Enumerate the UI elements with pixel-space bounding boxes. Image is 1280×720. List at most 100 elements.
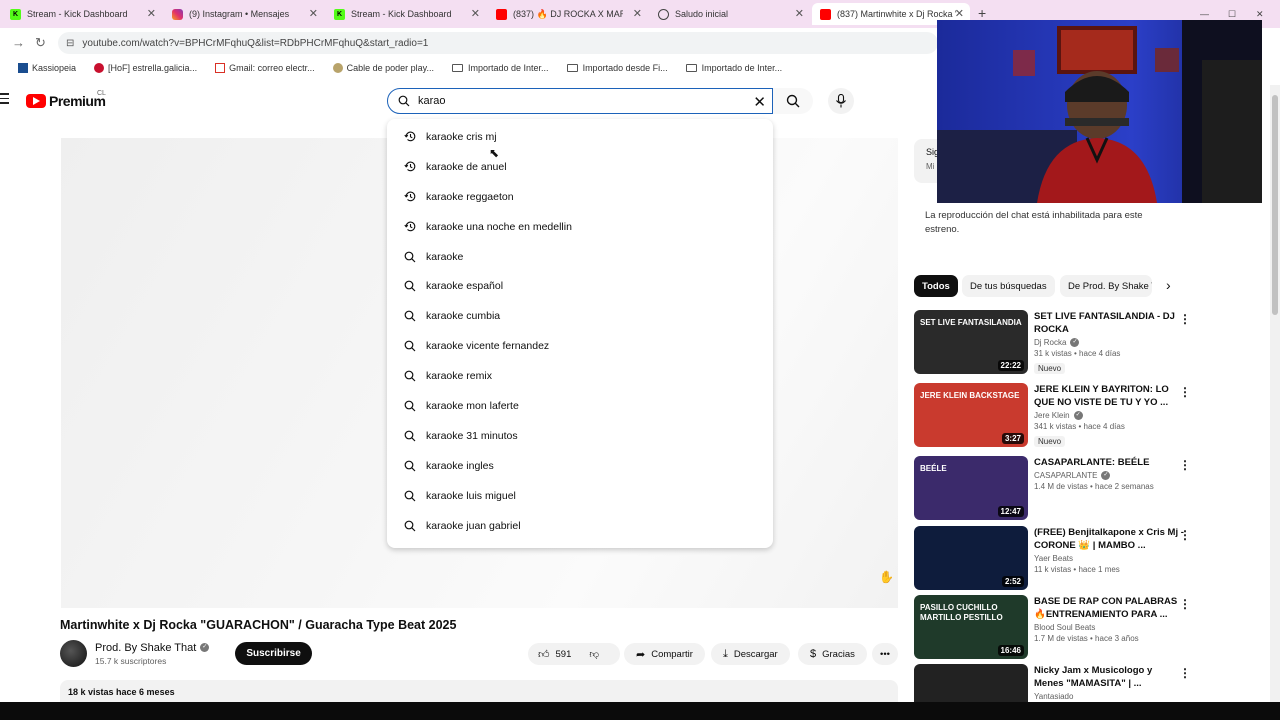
recommendation-channel[interactable]: Blood Soul Beats bbox=[1034, 623, 1095, 632]
recommendation-channel[interactable]: Yaer Beats bbox=[1034, 554, 1073, 563]
browser-tab-1[interactable]: K Stream - Kick Dashboard ✕ bbox=[2, 3, 162, 25]
bookmark-folder[interactable]: Importado desde Fi... bbox=[566, 63, 668, 73]
video-thumbnail[interactable]: SET LIVE FANTASILANDIA 22:22 bbox=[914, 310, 1028, 374]
site-info-icon[interactable]: ⊟ bbox=[66, 38, 74, 49]
chip-all[interactable]: Todos bbox=[914, 275, 958, 297]
more-options-icon[interactable]: ⋮ bbox=[1179, 458, 1191, 472]
recommendation-channel[interactable]: Dj Rocka bbox=[1034, 338, 1066, 347]
recommendation-card[interactable]: BEÉLE 12:47 CASAPARLANTE: BEÉLE CASAPARLANT… bbox=[914, 456, 1204, 522]
search-suggestion[interactable]: karaoke de anuel bbox=[387, 152, 773, 182]
video-thumbnail[interactable]: JERE KLEIN BACKSTAGE 3:27 bbox=[914, 383, 1028, 447]
browser-tab-5[interactable]: Saludo inicial ✕ bbox=[650, 3, 810, 25]
bookmark-label: Importado desde Fi... bbox=[582, 63, 668, 73]
clear-search-icon[interactable]: ✕ bbox=[753, 93, 766, 111]
recommendation-card[interactable]: PASILLO CUCHILLO MARTILLO PESTILLO 16:46 B… bbox=[914, 595, 1204, 661]
chat-disabled-notice: La reproducción del chat está inhabilita… bbox=[925, 210, 1143, 235]
recommendation-title[interactable]: (FREE) Benjitalkapone x Cris Mj - CORONE… bbox=[1034, 526, 1184, 552]
bookmark-item[interactable]: [HoF] estrella.galicia... bbox=[94, 63, 197, 73]
recommendation-card[interactable]: 2:52 (FREE) Benjitalkapone x Cris Mj - CO… bbox=[914, 526, 1204, 592]
search-suggestion[interactable]: karaoke cris mj bbox=[387, 122, 773, 152]
more-actions-button[interactable]: ••• bbox=[872, 643, 898, 665]
browser-tab-2[interactable]: (9) Instagram • Mensajes ✕ bbox=[164, 3, 324, 25]
recommendation-title[interactable]: BASE DE RAP CON PALABRAS 🔥ENTRENAMIENTO … bbox=[1034, 595, 1184, 621]
search-suggestion[interactable]: karaoke ingles bbox=[387, 451, 773, 481]
recommendation-channel[interactable]: Jere Klein bbox=[1034, 411, 1070, 420]
recommendation-channel-row: Yaer Beats bbox=[1034, 554, 1184, 563]
video-thumbnail[interactable]: PASILLO CUCHILLO MARTILLO PESTILLO 16:46 bbox=[914, 595, 1028, 659]
reload-icon[interactable]: ↻ bbox=[35, 35, 46, 51]
channel-name-row[interactable]: Prod. By Shake That ✓ bbox=[95, 642, 210, 654]
forward-icon[interactable]: → bbox=[12, 35, 25, 50]
tab-label: Saludo inicial bbox=[675, 9, 729, 19]
dislike-icon[interactable]: 👎︎ bbox=[589, 648, 599, 660]
video-thumbnail[interactable]: 2:52 bbox=[914, 526, 1028, 590]
search-suggestion[interactable]: karaoke español bbox=[387, 271, 773, 301]
scrollbar-thumb[interactable] bbox=[1272, 95, 1278, 315]
recommendation-card[interactable]: JERE KLEIN BACKSTAGE 3:27 JERE KLEIN Y BAY… bbox=[914, 383, 1204, 449]
chip-from-channel[interactable]: De Prod. By Shake T bbox=[1060, 275, 1152, 297]
close-tab-icon[interactable]: ✕ bbox=[633, 7, 642, 20]
search-suggestion[interactable]: karaoke cumbia bbox=[387, 301, 773, 331]
recommendation-title[interactable]: SET LIVE FANTASILANDIA - DJ ROCKA bbox=[1034, 310, 1184, 336]
chip-from-searches[interactable]: De tus búsquedas bbox=[962, 275, 1055, 297]
search-box[interactable]: ✕ bbox=[387, 88, 773, 114]
close-tab-icon[interactable]: ✕ bbox=[147, 7, 156, 20]
bookmark-item[interactable]: Gmail: correo electr... bbox=[215, 63, 315, 73]
address-bar[interactable]: ⊟ youtube.com/watch?v=BPHCrMFqhuQ&list=R… bbox=[58, 32, 938, 54]
search-input[interactable] bbox=[418, 95, 738, 107]
bookmark-folder[interactable]: Importado de Inter... bbox=[452, 63, 549, 73]
search-suggestion[interactable]: karaoke bbox=[387, 242, 773, 272]
thanks-label: Gracias bbox=[822, 648, 855, 660]
thanks-button[interactable]: $ Gracias bbox=[798, 643, 867, 665]
page-scrollbar[interactable] bbox=[1270, 85, 1280, 705]
new-tab-button[interactable]: + bbox=[978, 5, 986, 21]
close-tab-icon[interactable]: ✕ bbox=[955, 7, 964, 20]
download-button[interactable]: ⤓ Descargar bbox=[711, 643, 790, 665]
more-options-icon[interactable]: ⋮ bbox=[1179, 528, 1191, 542]
search-button[interactable] bbox=[773, 88, 813, 114]
channel-name[interactable]: Prod. By Shake That bbox=[95, 642, 196, 654]
search-suggestion[interactable]: karaoke una noche en medellin bbox=[387, 212, 773, 242]
close-tab-icon[interactable]: ✕ bbox=[471, 7, 480, 20]
browser-tab-3[interactable]: K Stream - Kick Dashboard ✕ bbox=[326, 3, 486, 25]
bookmark-folder[interactable]: Importado de Inter... bbox=[685, 63, 782, 73]
search-suggestion[interactable]: karaoke luis miguel bbox=[387, 481, 773, 511]
more-options-icon[interactable]: ⋮ bbox=[1179, 312, 1191, 326]
voice-search-button[interactable] bbox=[828, 88, 854, 114]
recommendation-title[interactable]: Nicky Jam x Musicologo y Menes "MAMASITA… bbox=[1034, 664, 1184, 690]
tab-label: Stream - Kick Dashboard bbox=[351, 9, 452, 19]
maximize-icon[interactable]: ☐ bbox=[1228, 9, 1236, 20]
browser-tab-4[interactable]: (837) 🔥 DJ ROCKA X MARTIN ✕ bbox=[488, 3, 648, 25]
recommendation-title[interactable]: CASAPARLANTE: BEÉLE bbox=[1034, 456, 1184, 469]
search-suggestion[interactable]: karaoke 31 minutos bbox=[387, 421, 773, 451]
search-suggestion[interactable]: karaoke vicente fernandez bbox=[387, 331, 773, 361]
minimize-icon[interactable]: — bbox=[1200, 9, 1209, 19]
bookmark-item[interactable]: Cable de poder play... bbox=[332, 63, 434, 73]
recommendation-channel[interactable]: Yantasiado bbox=[1034, 692, 1073, 701]
menu-icon[interactable] bbox=[0, 93, 9, 105]
close-window-icon[interactable]: ✕ bbox=[1256, 9, 1264, 20]
close-tab-icon[interactable]: ✕ bbox=[795, 7, 804, 20]
share-button[interactable]: ➦ Compartir bbox=[624, 643, 705, 665]
subscribe-button[interactable]: Suscribirse bbox=[235, 642, 312, 665]
search-suggestion[interactable]: karaoke reggaeton bbox=[387, 182, 773, 212]
more-options-icon[interactable]: ⋮ bbox=[1179, 597, 1191, 611]
search-suggestion[interactable]: karaoke mon laferte bbox=[387, 391, 773, 421]
search-suggestion[interactable]: karaoke remix bbox=[387, 361, 773, 391]
hand-emoji-icon: ✋ bbox=[879, 570, 894, 584]
more-options-icon[interactable]: ⋮ bbox=[1179, 666, 1191, 680]
more-options-icon[interactable]: ⋮ bbox=[1179, 385, 1191, 399]
suggestion-text: karaoke mon laferte bbox=[426, 399, 519, 412]
close-tab-icon[interactable]: ✕ bbox=[309, 7, 318, 20]
recommendation-channel[interactable]: CASAPARLANTE bbox=[1034, 471, 1097, 480]
like-count[interactable]: 591 bbox=[556, 649, 572, 660]
chevron-right-icon[interactable]: › bbox=[1166, 277, 1171, 293]
youtube-premium-logo[interactable]: Premium CL bbox=[26, 90, 106, 109]
video-thumbnail[interactable]: BEÉLE 12:47 bbox=[914, 456, 1028, 520]
bookmark-item[interactable]: Kassiopeia bbox=[18, 63, 76, 73]
channel-avatar[interactable] bbox=[60, 640, 87, 667]
search-suggestion[interactable]: karaoke juan gabriel bbox=[387, 511, 773, 541]
recommendation-card[interactable]: SET LIVE FANTASILANDIA 22:22 SET LIVE FANT… bbox=[914, 310, 1204, 376]
like-icon[interactable]: 👍︎ bbox=[538, 648, 550, 661]
recommendation-title[interactable]: JERE KLEIN Y BAYRITON: LO QUE NO VISTE D… bbox=[1034, 383, 1184, 409]
